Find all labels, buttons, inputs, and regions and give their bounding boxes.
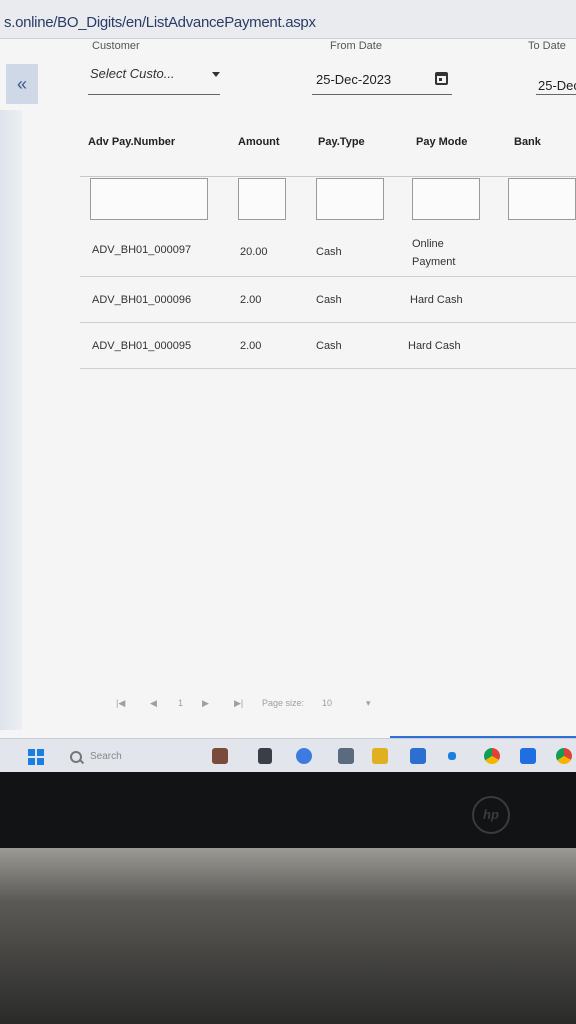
to-date-input[interactable]: 25-Dec: [536, 66, 576, 95]
browser-address-bar[interactable]: s.online/BO_Digits/en/ListAdvancePayment…: [0, 0, 576, 39]
to-date-label: To Date: [528, 40, 566, 52]
cell-pay-type: Cash: [316, 294, 342, 306]
cell-amount: 2.00: [240, 340, 262, 352]
header-divider: [80, 176, 576, 177]
table-row[interactable]: ADV_BH01_000095 2.00 Cash Hard Cash: [80, 322, 576, 369]
taskbar-search[interactable]: Search: [70, 749, 180, 765]
app-icon[interactable]: [338, 748, 354, 764]
taskbar-search-placeholder: Search: [90, 751, 122, 762]
next-page-button[interactable]: ▶: [202, 698, 209, 709]
cell-adv-pay-number: ADV_BH01_000096: [92, 294, 192, 306]
chrome-icon[interactable]: [484, 748, 500, 764]
column-header-adv-pay-number[interactable]: Adv Pay.Number: [88, 136, 175, 148]
customer-select[interactable]: Select Custo...: [88, 66, 220, 95]
hp-logo: hp: [472, 796, 510, 834]
cell-amount: 2.00: [240, 294, 262, 306]
page-number[interactable]: 1: [178, 698, 183, 708]
cell-pay-mode-line2: Payment: [412, 256, 456, 268]
cell-pay-mode: Online: [412, 238, 444, 250]
filter-adv-pay-number[interactable]: [90, 178, 208, 220]
sidebar-collapse-button[interactable]: «: [6, 64, 38, 104]
sidebar-rail: [0, 110, 22, 730]
column-header-pay-type[interactable]: Pay.Type: [318, 136, 365, 148]
first-page-button[interactable]: |◀: [116, 698, 125, 709]
calendar-icon[interactable]: [435, 72, 448, 85]
cell-pay-type: Cash: [316, 340, 342, 352]
chevron-down-icon[interactable]: ▾: [366, 698, 371, 709]
search-icon: [70, 751, 82, 763]
page-size-value[interactable]: 10: [322, 698, 332, 708]
column-header-bank[interactable]: Bank: [514, 136, 541, 148]
table-row[interactable]: ADV_BH01_000096 2.00 Cash Hard Cash: [80, 276, 576, 323]
filter-pay-type[interactable]: [316, 178, 384, 220]
filter-bank[interactable]: [508, 178, 576, 220]
task-view-icon[interactable]: [258, 748, 272, 764]
from-date-value: 25-Dec-2023: [316, 72, 392, 87]
filter-pay-mode[interactable]: [412, 178, 480, 220]
cell-pay-type: Cash: [316, 246, 342, 258]
file-explorer-icon[interactable]: [372, 748, 388, 764]
mail-icon[interactable]: [410, 748, 426, 764]
store-icon[interactable]: [448, 752, 456, 760]
table-row[interactable]: ADV_BH01_000097 20.00 Cash Online Paymen…: [80, 224, 576, 277]
laptop-chassis: [0, 848, 576, 1024]
column-header-amount[interactable]: Amount: [238, 136, 280, 148]
cell-adv-pay-number: ADV_BH01_000095: [92, 340, 192, 352]
cell-pay-mode: Hard Cash: [410, 294, 463, 306]
cell-adv-pay-number: ADV_BH01_000097: [92, 244, 192, 256]
url-text[interactable]: s.online/BO_Digits/en/ListAdvancePayment…: [4, 14, 316, 31]
app-icon-2[interactable]: [520, 748, 536, 764]
cell-pay-mode: Hard Cash: [408, 340, 461, 352]
column-header-pay-mode[interactable]: Pay Mode: [416, 136, 467, 148]
windows-start-icon[interactable]: [28, 749, 44, 765]
prev-page-button[interactable]: ◀: [150, 698, 157, 709]
filter-amount[interactable]: [238, 178, 286, 220]
to-date-value: 25-Dec: [538, 78, 576, 93]
screen: s.online/BO_Digits/en/ListAdvancePayment…: [0, 0, 576, 772]
page-size-label: Page size:: [262, 698, 305, 708]
chrome-icon-2[interactable]: [556, 748, 572, 764]
from-date-label: From Date: [330, 40, 382, 52]
taskbar: Search: [0, 738, 576, 772]
chat-icon[interactable]: [296, 748, 312, 764]
last-page-button[interactable]: ▶|: [234, 698, 243, 709]
pager: |◀ ◀ 1 ▶ ▶| Page size: 10 ▾: [110, 698, 410, 714]
customer-select-value: Select Custo...: [90, 66, 175, 81]
customer-label: Customer: [92, 40, 140, 52]
from-date-input[interactable]: 25-Dec-2023: [312, 66, 452, 95]
cell-amount: 20.00: [240, 246, 268, 258]
chevron-down-icon: [212, 72, 220, 77]
widgets-icon[interactable]: [212, 748, 228, 764]
